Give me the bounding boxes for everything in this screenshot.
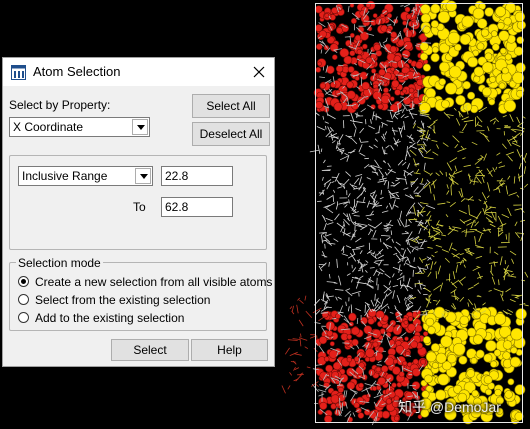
property-dropdown-value: X Coordinate	[13, 120, 84, 134]
radio-label: Add to the existing selection	[35, 311, 185, 325]
selection-mode-title: Selection mode	[16, 256, 103, 270]
help-button[interactable]: Help	[191, 339, 268, 361]
range-from-input[interactable]: 22.8	[161, 166, 233, 186]
select-by-property-label: Select by Property:	[9, 98, 111, 112]
close-icon[interactable]	[249, 62, 269, 82]
title-bar[interactable]: Atom Selection	[3, 58, 274, 86]
chevron-down-icon[interactable]	[135, 168, 151, 184]
radio-button[interactable]	[18, 276, 29, 287]
select-all-button[interactable]: Select All	[192, 94, 270, 118]
range-mode-dropdown[interactable]: Inclusive Range	[18, 166, 153, 186]
atom-selection-dialog: Atom Selection Select by Property: X Coo…	[2, 57, 275, 367]
radio-label: Create a new selection from all visible …	[35, 275, 273, 289]
radio-label: Select from the existing selection	[35, 293, 211, 307]
chevron-down-icon[interactable]	[132, 119, 148, 135]
range-mode-value: Inclusive Range	[22, 169, 108, 183]
watermark: 知乎 @DemoJar	[398, 399, 501, 415]
dialog-title: Atom Selection	[33, 64, 121, 79]
to-label: To	[133, 200, 146, 214]
deselect-all-button[interactable]: Deselect All	[192, 122, 270, 146]
radio-button[interactable]	[18, 294, 29, 305]
property-dropdown[interactable]: X Coordinate	[9, 117, 150, 137]
range-to-input[interactable]: 62.8	[161, 197, 233, 217]
select-button[interactable]: Select	[111, 339, 189, 361]
dialog-app-icon	[11, 65, 26, 80]
radio-button[interactable]	[18, 312, 29, 323]
